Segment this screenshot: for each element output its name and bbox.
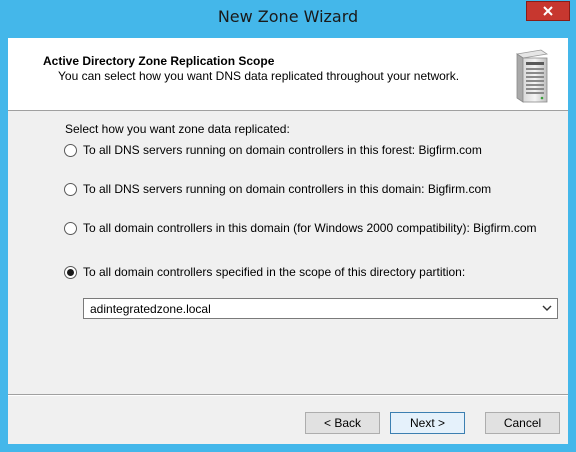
page-subtitle: You can select how you want DNS data rep… [58, 69, 460, 83]
option-partition-label: To all domain controllers specified in t… [83, 265, 466, 279]
replication-prompt: Select how you want zone data replicated… [65, 122, 290, 136]
option-domain[interactable]: To all DNS servers running on domain con… [64, 181, 491, 197]
radio-partition[interactable] [64, 265, 77, 279]
window-title: New Zone Wizard [217, 7, 359, 26]
wizard-body: Active Directory Zone Replication Scope … [8, 38, 568, 444]
close-button[interactable] [526, 1, 570, 21]
next-button[interactable]: Next > [390, 412, 465, 434]
option-partition[interactable]: To all domain controllers specified in t… [64, 264, 465, 280]
radio-forest[interactable] [64, 143, 77, 157]
cancel-button[interactable]: Cancel [485, 412, 560, 434]
chevron-down-icon [542, 305, 552, 311]
radio-domain[interactable] [64, 182, 77, 196]
server-icon [515, 49, 549, 103]
option-w2k-compat[interactable]: To all domain controllers in this domain… [64, 220, 537, 236]
close-icon [543, 6, 553, 16]
option-w2k-compat-label: To all domain controllers in this domain… [83, 221, 537, 235]
wizard-header: Active Directory Zone Replication Scope … [8, 38, 568, 111]
option-forest[interactable]: To all DNS servers running on domain con… [64, 142, 482, 158]
radio-w2k-compat[interactable] [64, 221, 77, 235]
back-button[interactable]: < Back [305, 412, 380, 434]
partition-select[interactable]: adintegratedzone.local [83, 298, 558, 319]
footer-divider [8, 394, 568, 396]
wizard-content: Select how you want zone data replicated… [8, 112, 568, 394]
option-domain-label: To all DNS servers running on domain con… [83, 182, 492, 196]
wizard-window: New Zone Wizard Active Directory Zone Re… [0, 0, 576, 452]
partition-select-value: adintegratedzone.local [90, 302, 211, 316]
page-title: Active Directory Zone Replication Scope [43, 54, 275, 68]
option-forest-label: To all DNS servers running on domain con… [83, 143, 482, 157]
title-bar[interactable]: New Zone Wizard [0, 0, 576, 36]
